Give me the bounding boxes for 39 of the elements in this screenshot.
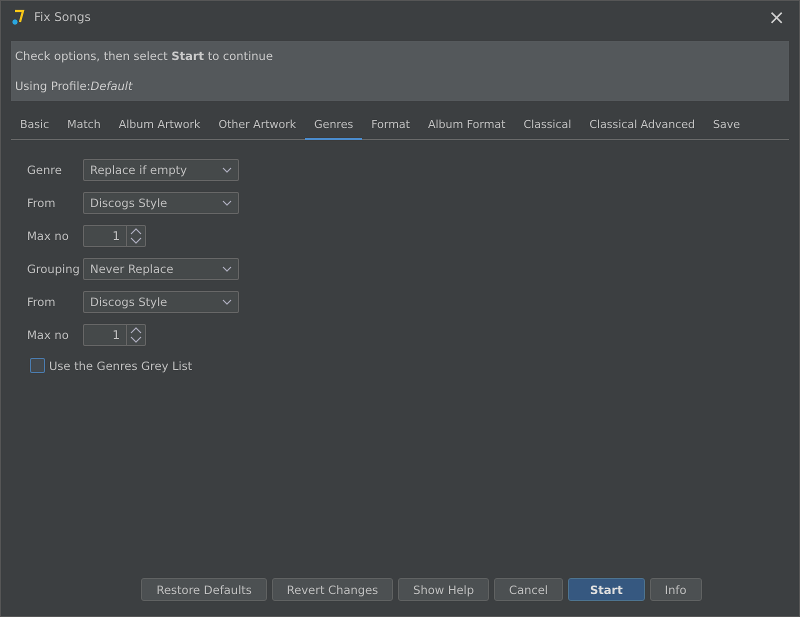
tab[interactable]: Basic (11, 111, 58, 140)
tab[interactable]: Album Format (418, 111, 514, 140)
field-label: Max no (27, 228, 70, 242)
dialog-button[interactable]: Info (650, 578, 702, 601)
dialog-button[interactable]: Cancel (494, 578, 564, 601)
field-label: From (27, 196, 56, 210)
tab[interactable]: Other Artwork (209, 111, 306, 140)
checkbox[interactable] (30, 358, 45, 373)
instruction-text: Check options, then select Start to continue (15, 49, 274, 63)
field-label: Grouping (27, 262, 81, 276)
tab[interactable]: Classical Advanced (580, 111, 704, 140)
close-button[interactable]: × (764, 5, 789, 29)
number-spinner[interactable]: 1 (83, 224, 146, 246)
tab[interactable]: Classical (514, 111, 580, 140)
number-spinner[interactable]: 1 (83, 324, 146, 346)
chevron-down-icon (222, 200, 232, 206)
dropdown[interactable]: Replace if empty (83, 158, 239, 180)
chevron-down-icon (222, 298, 232, 304)
dropdown[interactable]: Discogs Style (83, 290, 239, 312)
tab[interactable]: Match (58, 111, 110, 140)
dialog-button[interactable]: Show Help (398, 578, 490, 601)
field-label: Genre (27, 162, 63, 176)
field-label: From (27, 294, 56, 308)
dialog-button[interactable]: Start (568, 578, 645, 601)
dropdown[interactable]: Never Replace (83, 258, 239, 280)
field-label: Max no (27, 328, 70, 342)
tab[interactable]: Genres (305, 111, 362, 140)
profile-text: Using Profile:Default (15, 79, 134, 93)
checkbox-label: Use the Genres Grey List (49, 358, 192, 372)
dropdown[interactable]: Discogs Style (83, 192, 239, 214)
window-title: Fix Songs (34, 10, 91, 24)
chevron-down-icon (222, 266, 232, 272)
tab[interactable]: Format (362, 111, 419, 140)
tab[interactable]: Save (704, 111, 750, 140)
chevron-down-icon (222, 166, 232, 172)
tab[interactable]: Album Artwork (110, 111, 210, 140)
dialog-button[interactable]: Restore Defaults (141, 578, 267, 601)
dialog-button[interactable]: Revert Changes (272, 578, 394, 601)
music-note-icon (11, 9, 25, 25)
